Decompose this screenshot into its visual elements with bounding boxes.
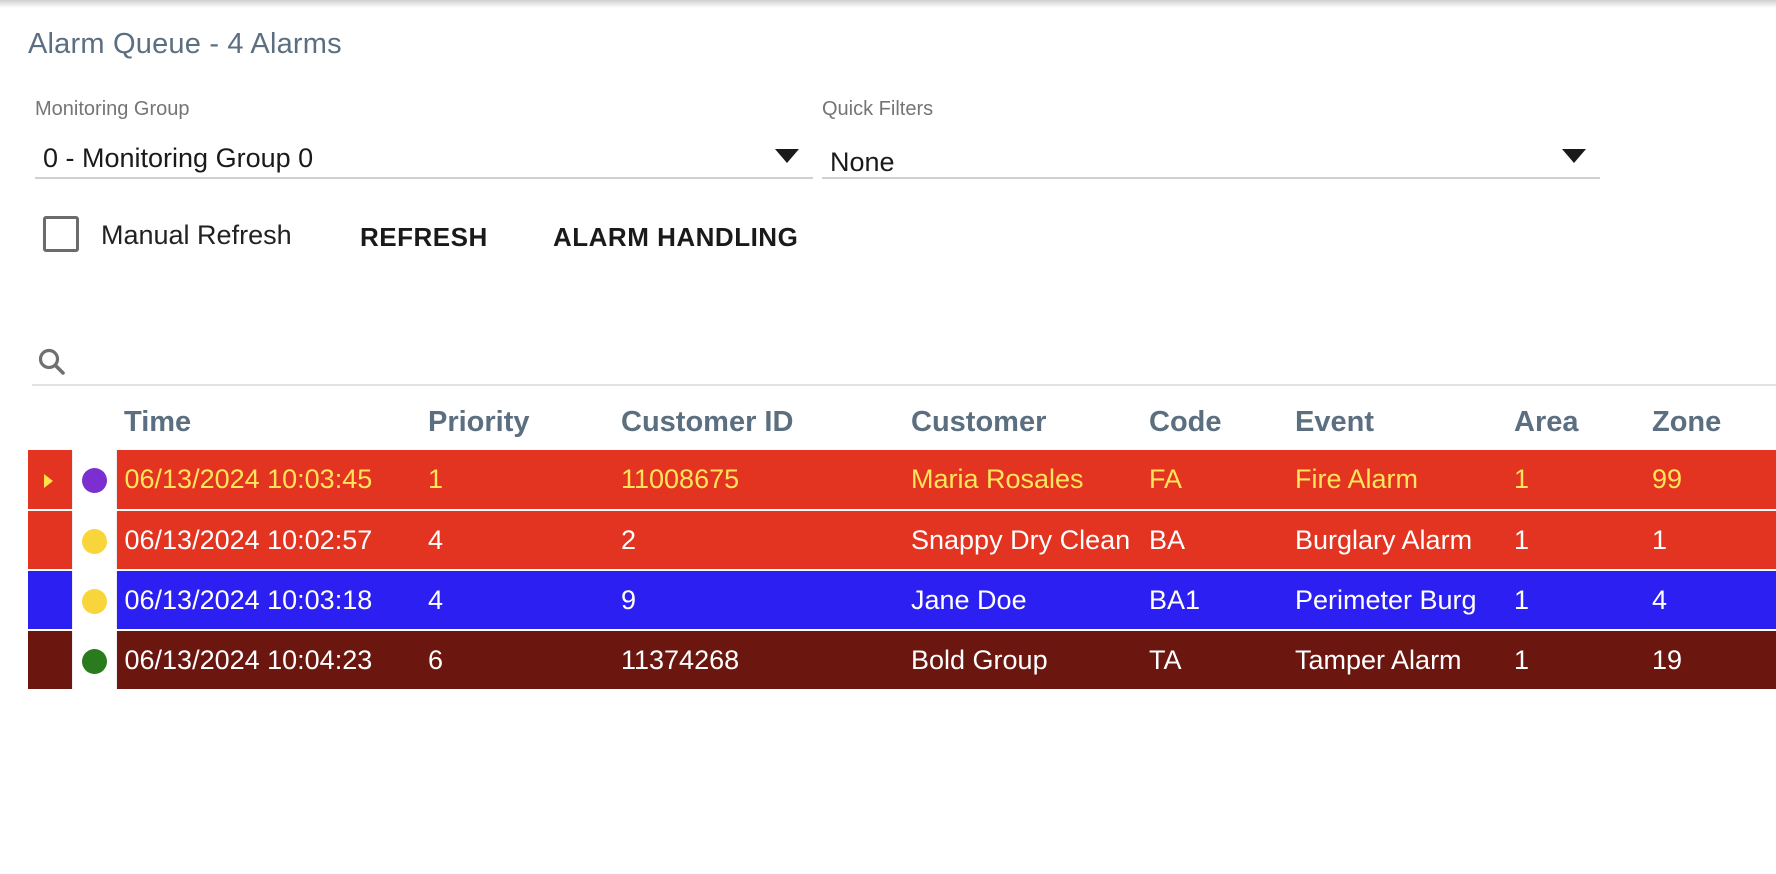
cell-event: Fire Alarm (1295, 450, 1514, 511)
monitoring-group-label: Monitoring Group (35, 98, 190, 120)
search-bar[interactable] (32, 340, 1776, 386)
monitoring-group-select[interactable]: 0 - Monitoring Group 0 (35, 133, 813, 179)
column-header-select (28, 390, 72, 450)
alarm-handling-button[interactable]: ALARM HANDLING (553, 222, 798, 253)
column-header-area[interactable]: Area (1514, 390, 1652, 450)
cell-area: 1 (1514, 570, 1652, 631)
search-icon (38, 348, 65, 375)
cell-time: 06/13/2024 10:04:23 (116, 630, 428, 691)
row-selector[interactable] (28, 570, 72, 631)
dropdown-arrow-icon (1562, 149, 1586, 163)
row-selector[interactable] (28, 450, 72, 511)
cell-customer: Bold Group (911, 630, 1149, 691)
cell-customer: Jane Doe (911, 570, 1149, 631)
cell-time: 06/13/2024 10:03:18 (116, 570, 428, 631)
status-dot-icon (81, 588, 107, 614)
top-shadow (0, 0, 1776, 8)
quick-filters-field: Quick Filters None (822, 98, 1600, 179)
table-row[interactable]: 06/13/2024 10:03:18 4 9 Jane Doe BA1 Per… (28, 570, 1776, 631)
cell-area: 1 (1514, 450, 1652, 511)
cell-area: 1 (1514, 630, 1652, 691)
cell-code: TA (1149, 630, 1295, 691)
cell-zone: 1 (1652, 510, 1776, 571)
cell-priority: 1 (428, 450, 621, 511)
status-dot-icon (81, 648, 107, 674)
cell-event: Tamper Alarm (1295, 630, 1514, 691)
status-cell (71, 450, 117, 511)
table-header-row: Time Priority Customer ID Customer Code … (28, 390, 1776, 450)
cell-priority: 6 (428, 630, 621, 691)
cell-code: BA1 (1149, 570, 1295, 631)
alarm-table: Time Priority Customer ID Customer Code … (28, 390, 1776, 691)
cell-zone: 4 (1652, 570, 1776, 631)
cell-customer-id: 9 (621, 570, 911, 631)
column-header-customer[interactable]: Customer (911, 390, 1149, 450)
cell-zone: 19 (1652, 630, 1776, 691)
table-row[interactable]: 06/13/2024 10:04:23 6 11374268 Bold Grou… (28, 630, 1776, 691)
status-dot-icon (81, 528, 107, 554)
monitoring-group-field: Monitoring Group 0 - Monitoring Group 0 (35, 98, 813, 179)
quick-filters-value: None (830, 147, 895, 177)
column-header-priority[interactable]: Priority (428, 390, 621, 450)
cell-customer-id: 11374268 (621, 630, 911, 691)
cell-time: 06/13/2024 10:02:57 (116, 510, 428, 571)
column-header-status (72, 390, 116, 450)
status-cell (71, 510, 117, 571)
page-title: Alarm Queue - 4 Alarms (28, 28, 342, 60)
cell-time: 06/13/2024 10:03:45 (116, 450, 428, 511)
cell-event: Burglary Alarm (1295, 510, 1514, 571)
cell-customer-id: 2 (621, 510, 911, 571)
column-header-zone[interactable]: Zone (1652, 390, 1776, 450)
row-selector[interactable] (28, 630, 72, 691)
cell-event: Perimeter Burg (1295, 570, 1514, 631)
column-header-code[interactable]: Code (1149, 390, 1295, 450)
status-cell (71, 630, 117, 691)
cell-area: 1 (1514, 510, 1652, 571)
cell-priority: 4 (428, 510, 621, 571)
dropdown-arrow-icon (775, 149, 799, 163)
manual-refresh-checkbox[interactable] (43, 216, 79, 252)
cell-code: FA (1149, 450, 1295, 511)
status-cell (71, 570, 117, 631)
row-selector[interactable] (28, 510, 72, 571)
monitoring-group-value: 0 - Monitoring Group 0 (43, 143, 314, 173)
quick-filters-label: Quick Filters (822, 98, 934, 120)
table-row[interactable]: 06/13/2024 10:02:57 4 2 Snappy Dry Clean… (28, 510, 1776, 571)
column-header-customer-id[interactable]: Customer ID (621, 390, 911, 450)
cell-customer: Maria Rosales (911, 450, 1149, 511)
quick-filters-select[interactable]: None (822, 133, 1600, 179)
column-header-time[interactable]: Time (116, 390, 428, 450)
table-row[interactable]: 06/13/2024 10:03:45 1 11008675 Maria Ros… (28, 450, 1776, 511)
row-arrow-icon (44, 473, 53, 488)
cell-priority: 4 (428, 570, 621, 631)
refresh-button[interactable]: REFRESH (360, 222, 488, 253)
cell-customer-id: 11008675 (621, 450, 911, 511)
cell-code: BA (1149, 510, 1295, 571)
cell-zone: 99 (1652, 450, 1776, 511)
column-header-event[interactable]: Event (1295, 390, 1514, 450)
cell-customer: Snappy Dry Clean (911, 510, 1149, 571)
manual-refresh-label[interactable]: Manual Refresh (101, 220, 292, 251)
status-dot-icon (81, 468, 107, 494)
